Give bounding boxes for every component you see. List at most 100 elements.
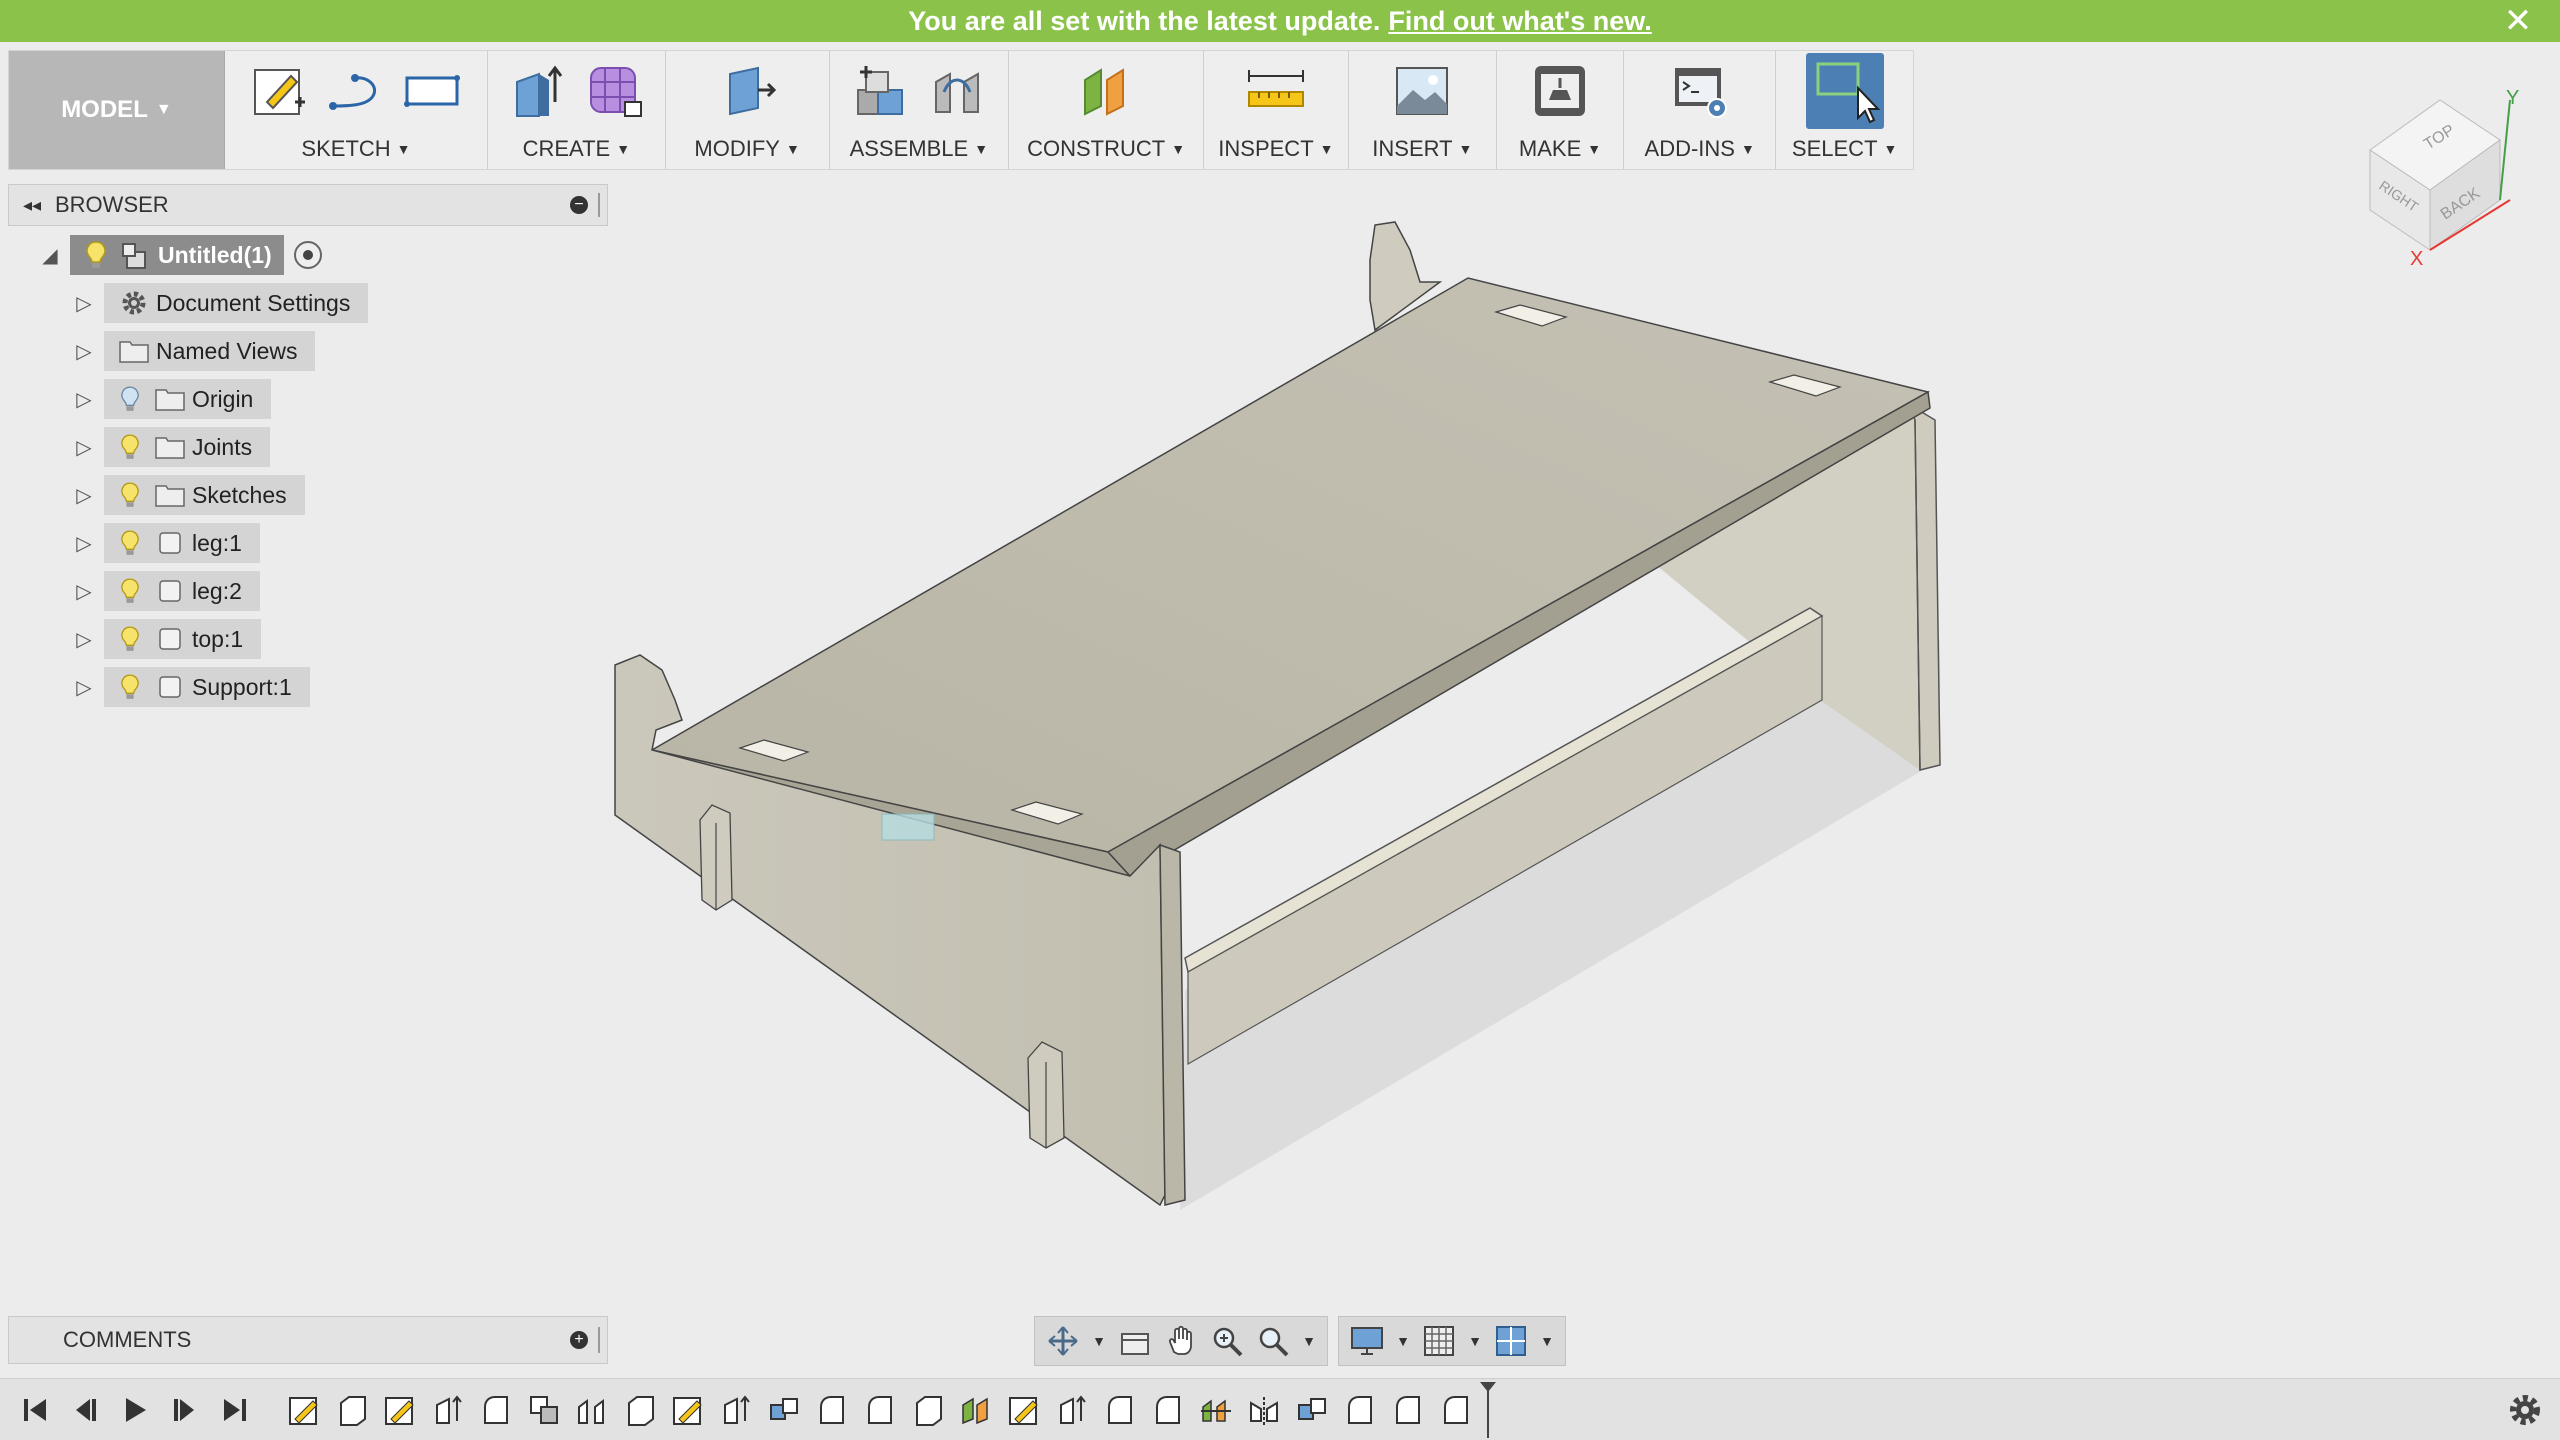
lightbulb-icon[interactable] (112, 523, 148, 563)
assemble-menu[interactable]: ASSEMBLE ▼ (840, 131, 999, 167)
timeline-sketch-icon[interactable] (376, 1386, 424, 1434)
expand-triangle-icon[interactable]: ◢ (30, 234, 70, 276)
create-sketch-icon[interactable] (249, 60, 311, 122)
root-component[interactable]: Untitled(1) (70, 235, 284, 275)
3d-print-icon[interactable] (1529, 60, 1591, 122)
chevron-down-icon[interactable]: ▼ (1299, 1321, 1319, 1361)
look-at-icon[interactable] (1115, 1321, 1155, 1361)
timeline-plane-icon[interactable] (952, 1386, 1000, 1434)
panel-grip-icon[interactable] (598, 193, 601, 217)
lightbulb-icon[interactable] (78, 235, 114, 275)
close-banner-button[interactable]: ✕ (2498, 0, 2538, 42)
offset-plane-icon[interactable] (1075, 60, 1137, 122)
orbit-icon[interactable] (1043, 1321, 1083, 1361)
timeline-extrude-icon[interactable] (1048, 1386, 1096, 1434)
viewcube[interactable]: TOP RIGHT BACK X Y (2350, 80, 2530, 270)
new-component-icon[interactable] (850, 60, 912, 122)
inspect-menu[interactable]: INSPECT ▼ (1214, 131, 1338, 167)
timeline-move-icon[interactable] (760, 1386, 808, 1434)
workspace-switcher[interactable]: MODEL ▼ (9, 51, 225, 169)
timeline-sketch-icon[interactable] (1000, 1386, 1048, 1434)
play-icon[interactable] (110, 1385, 160, 1435)
lightbulb-icon[interactable] (112, 475, 148, 515)
expand-triangle-icon[interactable]: ▷ (64, 618, 104, 660)
timeline-mirror-icon[interactable] (1240, 1386, 1288, 1434)
support-1-node[interactable]: Support:1 (104, 667, 310, 707)
expand-triangle-icon[interactable]: ▷ (64, 474, 104, 516)
timeline-move-icon[interactable] (1288, 1386, 1336, 1434)
top-1-node[interactable]: top:1 (104, 619, 262, 659)
timeline-settings-gear-icon[interactable] (2502, 1387, 2548, 1433)
measure-icon[interactable] (1245, 60, 1307, 122)
timeline-joint-icon[interactable] (568, 1386, 616, 1434)
timeline-fillet-icon[interactable] (472, 1386, 520, 1434)
form-icon[interactable] (583, 60, 645, 122)
timeline-marker-handle[interactable] (1480, 1381, 1496, 1438)
minimize-browser-button[interactable]: − (570, 196, 588, 214)
scripts-addins-icon[interactable] (1669, 60, 1731, 122)
lightbulb-icon[interactable] (112, 619, 148, 659)
expand-triangle-icon[interactable]: ▷ (64, 282, 104, 324)
rectangle-icon[interactable] (401, 60, 463, 122)
extrude-icon[interactable] (507, 60, 569, 122)
origin-node[interactable]: Origin (104, 379, 272, 419)
timeline-fillet-icon[interactable] (1144, 1386, 1192, 1434)
timeline-extrude-icon[interactable] (712, 1386, 760, 1434)
chevron-down-icon[interactable]: ▼ (1465, 1321, 1485, 1361)
expand-triangle-icon[interactable]: ▷ (64, 330, 104, 372)
add-comment-button[interactable]: + (570, 1331, 588, 1349)
step-back-icon[interactable] (60, 1385, 110, 1435)
panel-grip-icon[interactable] (598, 1327, 601, 1353)
press-pull-icon[interactable] (716, 60, 778, 122)
chevron-down-icon[interactable]: ▼ (1089, 1321, 1109, 1361)
expand-triangle-icon[interactable]: ▷ (64, 666, 104, 708)
insert-image-icon[interactable] (1391, 60, 1453, 122)
timeline-fillet-icon[interactable] (1432, 1386, 1480, 1434)
named-views-node[interactable]: Named Views (104, 331, 316, 371)
timeline-extrude-icon[interactable] (424, 1386, 472, 1434)
timeline-fillet-icon[interactable] (808, 1386, 856, 1434)
expand-triangle-icon[interactable]: ▷ (64, 522, 104, 564)
viewports-icon[interactable] (1491, 1321, 1531, 1361)
zoom-icon[interactable] (1207, 1321, 1247, 1361)
addins-menu[interactable]: ADD-INS ▼ (1634, 131, 1765, 167)
lightbulb-icon[interactable] (112, 379, 148, 419)
expand-triangle-icon[interactable]: ▷ (64, 426, 104, 468)
lightbulb-icon[interactable] (112, 571, 148, 611)
create-menu[interactable]: CREATE ▼ (498, 131, 655, 167)
zoom-window-icon[interactable] (1253, 1321, 1293, 1361)
leg-1-node[interactable]: leg:1 (104, 523, 260, 563)
lightbulb-icon[interactable] (112, 667, 148, 707)
grid-settings-icon[interactable] (1419, 1321, 1459, 1361)
spline-icon[interactable] (325, 60, 387, 122)
insert-menu[interactable]: INSERT ▼ (1359, 131, 1486, 167)
timeline-sketch-icon[interactable] (280, 1386, 328, 1434)
select-menu[interactable]: SELECT ▼ (1786, 131, 1903, 167)
sketch-menu[interactable]: SKETCH ▼ (235, 131, 477, 167)
modify-menu[interactable]: MODIFY ▼ (676, 131, 819, 167)
timeline-rigid-group-icon[interactable] (1192, 1386, 1240, 1434)
timeline-body-icon[interactable] (328, 1386, 376, 1434)
timeline-fillet-icon[interactable] (856, 1386, 904, 1434)
timeline-fillet-icon[interactable] (1384, 1386, 1432, 1434)
chevron-down-icon[interactable]: ▼ (1537, 1321, 1557, 1361)
activate-radio[interactable] (293, 241, 322, 269)
collapse-panel-icon[interactable]: ◂◂ (9, 195, 55, 216)
timeline-body-icon[interactable] (904, 1386, 952, 1434)
expand-triangle-icon[interactable]: ▷ (64, 378, 104, 420)
go-to-end-icon[interactable] (210, 1385, 260, 1435)
whats-new-link[interactable]: Find out what's new. (1388, 6, 1651, 37)
timeline-fillet-icon[interactable] (1336, 1386, 1384, 1434)
pan-hand-icon[interactable] (1161, 1321, 1201, 1361)
step-forward-icon[interactable] (160, 1385, 210, 1435)
make-menu[interactable]: MAKE ▼ (1507, 131, 1613, 167)
construct-menu[interactable]: CONSTRUCT ▼ (1019, 131, 1193, 167)
sketches-node[interactable]: Sketches (104, 475, 305, 515)
timeline-combine-icon[interactable] (520, 1386, 568, 1434)
chevron-down-icon[interactable]: ▼ (1393, 1321, 1413, 1361)
select-icon[interactable] (1805, 53, 1884, 129)
go-to-start-icon[interactable] (10, 1385, 60, 1435)
joint-icon[interactable] (926, 60, 988, 122)
lightbulb-icon[interactable] (112, 427, 148, 467)
timeline-body-icon[interactable] (616, 1386, 664, 1434)
